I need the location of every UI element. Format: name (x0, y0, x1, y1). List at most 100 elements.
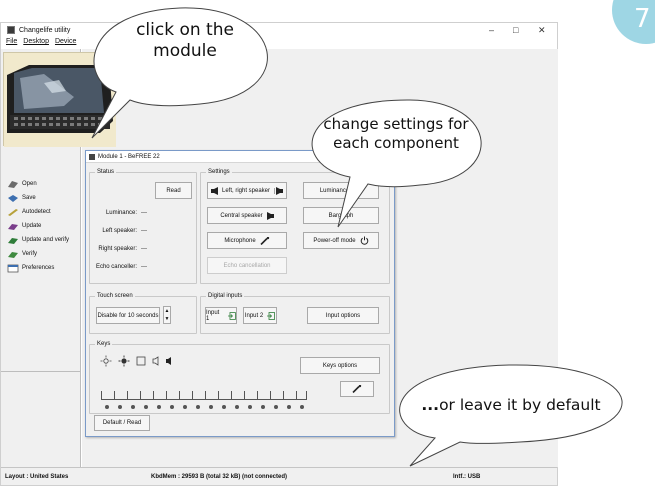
digital-inputs-group: Digital inputs Input 1 Input 2 Input opt… (200, 293, 390, 334)
preferences-icon (7, 264, 19, 272)
tick (166, 391, 167, 399)
maximize-button[interactable]: □ (513, 25, 518, 35)
key-dot (300, 405, 304, 409)
callout-click-module: click on the module (70, 0, 306, 160)
stepper-down-icon[interactable]: ▼ (165, 316, 170, 322)
speaker-icon (266, 211, 274, 220)
square-icon (136, 356, 146, 366)
tick (296, 391, 297, 399)
update-icon (8, 223, 18, 230)
tick (257, 391, 258, 399)
settings-group-label: Settings (206, 169, 232, 175)
volume-icon (166, 357, 171, 365)
sidebar-item-verify[interactable]: Verify (7, 247, 81, 261)
key-dot (196, 405, 200, 409)
tick (179, 391, 180, 399)
input-options-button[interactable]: Input options (307, 307, 379, 324)
update-verify-icon (8, 237, 18, 244)
microphone-button[interactable]: Microphone (207, 232, 287, 249)
tick (140, 391, 141, 399)
menu-desktop[interactable]: Desktop (23, 38, 49, 49)
key-dot (144, 405, 148, 409)
sidebar-item-label: Update and verify (22, 237, 70, 243)
keys-group: Keys Keys options (89, 341, 390, 414)
key-dot (261, 405, 265, 409)
sidebar-item-label: Update (22, 223, 42, 229)
keys-microphone-button[interactable] (340, 381, 374, 397)
echo-cancellation-button[interactable]: Echo cancellation (207, 257, 287, 274)
callout-change-settings: change settings for each component (290, 95, 502, 245)
right-speaker-label: Right speaker: (98, 246, 137, 252)
sidebar-item-save[interactable]: Save (7, 191, 81, 205)
sidebar-item-preferences[interactable]: Preferences (7, 261, 81, 275)
callout-default-text: or leave it by default (439, 396, 601, 414)
minimize-button[interactable]: – (489, 25, 494, 35)
default-read-button[interactable]: Default / Read (94, 415, 150, 431)
left-speaker-value: --- (141, 228, 147, 234)
callout-text: ...or leave it by default (380, 396, 642, 415)
sidebar-item-autodetect[interactable]: Autodetect (7, 205, 81, 219)
tick (270, 391, 271, 399)
input-1-button[interactable]: Input 1 (205, 307, 237, 324)
step-number: 7 (634, 4, 651, 34)
tick (244, 391, 245, 399)
tick (283, 391, 284, 399)
tick (153, 391, 154, 399)
status-layout: Layout : United States (5, 473, 69, 480)
sidebar-item-label: Preferences (22, 265, 55, 271)
sidebar-item-update-and-verify[interactable]: Update and verify (7, 233, 81, 247)
volume-down-icon (152, 356, 159, 366)
close-button[interactable]: ✕ (538, 25, 546, 36)
tick (101, 391, 102, 399)
central-speaker-button[interactable]: Central speaker (207, 207, 287, 224)
tick (306, 391, 307, 399)
menu-file[interactable]: File (6, 38, 17, 49)
speaker-left-icon (210, 186, 218, 195)
touch-screen-stepper[interactable]: ▲ ▼ (163, 306, 171, 324)
stepper-up-icon[interactable]: ▲ (165, 308, 170, 314)
key-dot (183, 405, 187, 409)
sidebar-item-label: Save (22, 195, 36, 201)
sidebar-item-open[interactable]: Open (7, 177, 81, 191)
tick (205, 391, 206, 399)
microphone-label: Microphone (224, 237, 256, 244)
key-dot (222, 405, 226, 409)
read-button[interactable]: Read (155, 182, 192, 199)
left-speaker-label: Left speaker: (102, 228, 137, 234)
callout-text: change settings for each component (323, 115, 469, 152)
key-dot (157, 405, 161, 409)
left-right-speaker-button[interactable]: Left, right speaker (207, 182, 287, 199)
tick (127, 391, 128, 399)
right-speaker-value: --- (141, 246, 147, 252)
input-icon (228, 311, 236, 320)
luminance-label: Luminance: (105, 210, 137, 216)
callout-leave-default: ...or leave it by default (380, 360, 655, 470)
key-dot (287, 405, 291, 409)
echo-canceller-value: --- (141, 264, 147, 270)
input-icon (267, 311, 276, 320)
sidebar-item-label: Autodetect (22, 209, 51, 215)
microphone-icon (260, 236, 269, 245)
input-2-button[interactable]: Input 2 (243, 307, 277, 324)
step-badge: 7 (610, 0, 655, 44)
touch-screen-value[interactable]: Disable for 10 seconds (96, 307, 160, 324)
save-icon (8, 194, 18, 202)
sidebar-item-label: Verify (22, 251, 38, 257)
key-dot (118, 405, 122, 409)
key-dot (131, 405, 135, 409)
verify-icon (8, 251, 18, 258)
input-1-label: Input 1 (206, 309, 220, 322)
microphone-icon (352, 385, 362, 393)
app-icon (7, 26, 15, 34)
status-group: Status Read Luminance: --- Left speaker:… (89, 169, 197, 284)
callout-ellipsis: ... (421, 396, 440, 414)
central-speaker-label: Central speaker (220, 212, 263, 219)
speaker-right-icon (274, 186, 284, 195)
autodetect-icon (8, 208, 18, 216)
left-right-speaker-label: Left, right speaker (221, 187, 271, 194)
keys-slider-track[interactable] (101, 391, 307, 409)
open-icon (8, 180, 18, 188)
echo-canceller-label: Echo canceller: (95, 264, 137, 270)
keys-options-button[interactable]: Keys options (300, 357, 380, 374)
sidebar-item-update[interactable]: Update (7, 219, 81, 233)
